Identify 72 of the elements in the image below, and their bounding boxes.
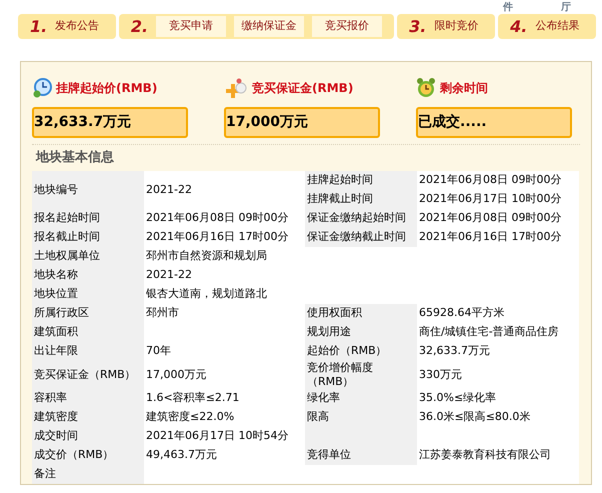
coins-icon — [224, 78, 248, 98]
clock-icon — [32, 78, 52, 98]
field-label: 成交价（RMB） — [32, 446, 144, 464]
step-number: 2. — [130, 16, 148, 38]
field-label: 地块名称 — [32, 266, 144, 284]
field-label: 绿化率 — [305, 388, 417, 408]
field-value: 65928.64平方米 — [417, 304, 579, 322]
summary-title: 剩余时间 — [440, 80, 488, 97]
section-title: 地块基本信息 — [36, 149, 115, 167]
field-value: 2021-22 — [144, 170, 305, 208]
field-value: 2021年06月17日 10时54分 — [144, 426, 305, 446]
field-label: 竞价增价幅度（RMB） — [305, 360, 417, 388]
summary-title: 挂牌起始价(RMB) — [56, 80, 158, 97]
heading-fragment: 厅 — [561, 1, 571, 14]
heading-fragment: 件 — [503, 1, 513, 14]
field-value: 2021年06月08日 09时00分 — [417, 170, 579, 190]
field-label: 挂牌截止时间 — [305, 190, 417, 208]
field-value: 银杏大道南，规划道路北 — [144, 284, 305, 304]
field-value: 32,633.7万元 — [417, 342, 579, 360]
field-value: 2021-22 — [144, 266, 305, 284]
field-value: 2021年06月16日 17时00分 — [417, 228, 579, 246]
field-label: 备注 — [32, 464, 144, 484]
field-label: 建筑面积 — [32, 322, 144, 342]
field-value: 330万元 — [417, 360, 579, 388]
field-value: 36.0米≤限高≤80.0米 — [417, 408, 579, 426]
summary-value: 已成交..... — [416, 107, 572, 138]
field-value: 2021年06月17日 10时00分 — [417, 190, 579, 208]
field-label: 报名起始时间 — [32, 208, 144, 228]
field-value: 2021年06月16日 17时00分 — [144, 228, 305, 246]
field-label: 容积率 — [32, 388, 144, 408]
field-label: 报名截止时间 — [32, 228, 144, 246]
field-label: 保证金缴纳截止时间 — [305, 228, 417, 246]
summary-value: 32,633.7万元 — [32, 107, 188, 138]
field-label: 地块编号 — [32, 170, 144, 208]
field-label: 起始价（RMB） — [305, 342, 417, 360]
field-value: 江苏姜泰教育科技有限公司 — [417, 446, 579, 464]
field-label: 限高 — [305, 408, 417, 426]
field-label: 使用权面积 — [305, 304, 417, 322]
substep-button[interactable]: 缴纳保证金 — [234, 16, 304, 37]
field-value: 2021年06月08日 09时00分 — [417, 208, 579, 228]
step-label: 限时竞价 — [434, 18, 478, 34]
step-number: 4. — [510, 16, 528, 38]
field-value: 2021年06月08日 09时00分 — [144, 208, 305, 228]
substep-button[interactable]: 竞买报价 — [312, 16, 382, 37]
field-value: 邳州市 — [144, 304, 305, 322]
field-label: 规划用途 — [305, 322, 417, 342]
step-number: 3. — [409, 16, 426, 38]
field-value: 17,000万元 — [144, 360, 305, 388]
alarm-clock-icon — [416, 77, 436, 99]
field-label: 成交时间 — [32, 426, 144, 446]
field-value: 1.6<容积率≤2.71 — [144, 388, 305, 408]
field-label: 挂牌起始时间 — [305, 170, 417, 190]
field-value: 49,463.7万元 — [144, 446, 305, 464]
field-value: 建筑密度≤22.0% — [144, 408, 305, 426]
field-label: 保证金缴纳起始时间 — [305, 208, 417, 228]
field-label: 竞得单位 — [305, 446, 417, 464]
field-value: 商住/城镇住宅-普通商品住房 — [417, 322, 579, 342]
field-value: 35.0%≤绿化率 — [417, 388, 579, 408]
field-label: 竞买保证金（RMB） — [32, 360, 144, 388]
step-label: 发布公告 — [55, 18, 100, 34]
summary-title: 竞买保证金(RMB) — [252, 80, 354, 97]
step-number: 1. — [30, 16, 48, 38]
field-label: 所属行政区 — [32, 304, 144, 322]
step-label: 公布结果 — [535, 18, 580, 34]
summary-value: 17,000万元 — [224, 107, 380, 138]
field-label: 建筑密度 — [32, 408, 144, 426]
field-label: 出让年限 — [32, 342, 144, 360]
field-label: 地块位置 — [32, 284, 144, 304]
field-value: 邳州市自然资源和规划局 — [144, 246, 305, 266]
substep-button[interactable]: 竞买申请 — [156, 16, 226, 37]
field-value: 70年 — [144, 342, 305, 360]
field-label: 土地权属单位 — [32, 246, 144, 266]
